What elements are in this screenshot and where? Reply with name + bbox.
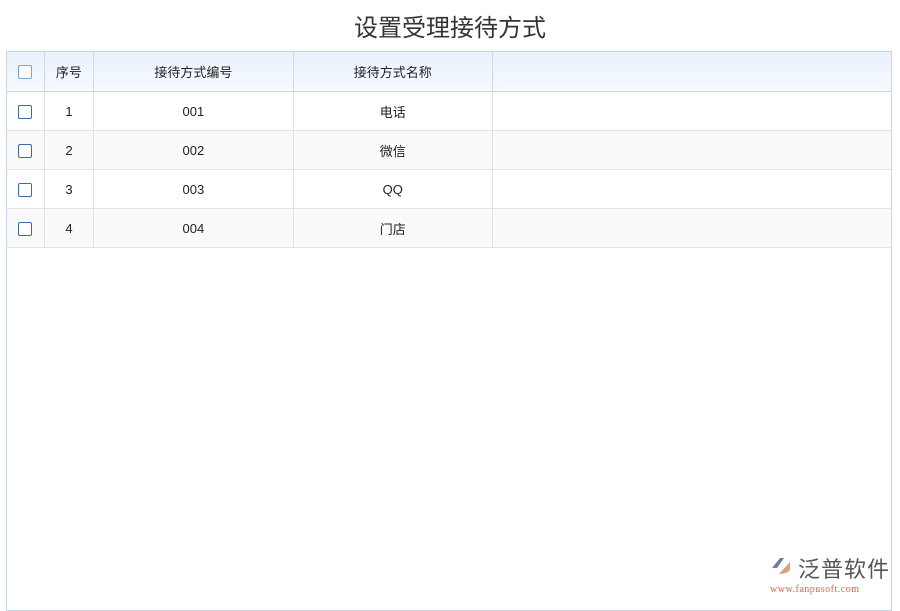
select-all-checkbox[interactable]	[18, 65, 32, 79]
table-row[interactable]: 3003QQ	[7, 170, 891, 209]
logo-icon	[770, 556, 792, 576]
cell-index: 3	[44, 170, 93, 209]
table-row[interactable]: 2002微信	[7, 131, 891, 170]
table-row[interactable]: 4004门店	[7, 209, 891, 248]
cell-index: 4	[44, 209, 93, 248]
table-row[interactable]: 1001电话	[7, 92, 891, 131]
column-header-empty	[492, 52, 891, 92]
watermark-logo: 泛普软件 www.fanpusoft.com	[770, 552, 890, 595]
cell-name: 电话	[293, 92, 492, 131]
cell-name: 门店	[293, 209, 492, 248]
cell-code: 002	[94, 131, 293, 170]
watermark-url: www.fanpusoft.com	[770, 584, 890, 595]
cell-code: 003	[94, 170, 293, 209]
row-checkbox[interactable]	[18, 222, 32, 236]
row-checkbox[interactable]	[18, 105, 32, 119]
column-header-code[interactable]: 接待方式编号	[94, 52, 293, 92]
column-header-name[interactable]: 接待方式名称	[293, 52, 492, 92]
column-header-index[interactable]: 序号	[44, 52, 93, 92]
data-grid: 序号 接待方式编号 接待方式名称 1001电话 2002微信 3003QQ 40…	[6, 51, 892, 611]
cell-index: 2	[44, 131, 93, 170]
row-checkbox[interactable]	[18, 183, 32, 197]
cell-code: 001	[94, 92, 293, 131]
row-checkbox[interactable]	[18, 144, 32, 158]
cell-name: 微信	[293, 131, 492, 170]
page-title: 设置受理接待方式	[0, 8, 900, 43]
header-row: 序号 接待方式编号 接待方式名称	[7, 52, 891, 92]
cell-name: QQ	[293, 170, 492, 209]
cell-code: 004	[94, 209, 293, 248]
cell-index: 1	[44, 92, 93, 131]
